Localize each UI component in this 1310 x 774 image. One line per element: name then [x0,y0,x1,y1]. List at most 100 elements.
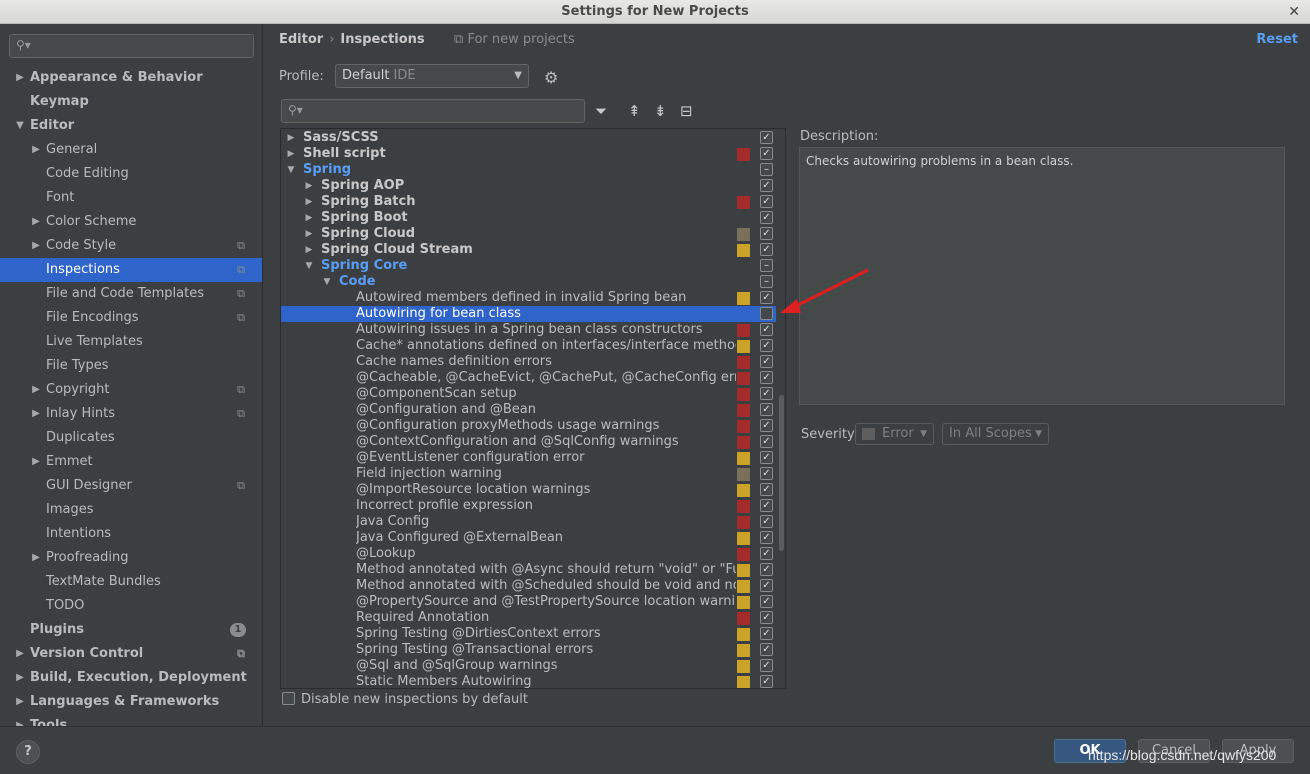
close-icon[interactable]: ✕ [1288,0,1300,24]
sidebar-item-live-templates[interactable]: Live Templates [0,330,262,354]
sidebar-item-general[interactable]: ▶ General [0,138,262,162]
enable-checkbox[interactable]: ✓ [760,179,773,192]
inspection-row[interactable]: ▶ Spring Cloud Stream ✓ [281,242,776,258]
chevron-right-icon[interactable]: ▶ [30,402,42,426]
inspection-row[interactable]: @Cacheable, @CacheEvict, @CachePut, @Cac… [281,370,776,386]
enable-checkbox[interactable] [760,307,773,320]
enable-checkbox[interactable]: ✓ [760,387,773,400]
sidebar-item-textmate-bundles[interactable]: TextMate Bundles [0,570,262,594]
inspection-row[interactable]: @Sql and @SqlGroup warnings ✓ [281,658,776,674]
inspection-row[interactable]: ▼ Spring Core – [281,258,776,274]
enable-checkbox[interactable]: – [760,163,773,176]
enable-checkbox[interactable]: ✓ [760,531,773,544]
inspection-row[interactable]: Required Annotation ✓ [281,610,776,626]
chevron-right-icon[interactable]: ▶ [30,378,42,402]
sidebar-item-tools[interactable]: ▶ Tools [0,714,262,726]
sidebar-item-intentions[interactable]: Intentions [0,522,262,546]
chevron-right-icon[interactable]: ▶ [14,642,26,666]
inspection-row[interactable]: @ImportResource location warnings ✓ [281,482,776,498]
sidebar-item-plugins[interactable]: Plugins 1 [0,618,262,642]
chevron-right-icon[interactable]: ▶ [30,546,42,570]
sidebar-item-file-and-code-templates[interactable]: File and Code Templates ⧉ [0,282,262,306]
enable-checkbox[interactable]: ✓ [760,371,773,384]
enable-checkbox[interactable]: ✓ [760,243,773,256]
sidebar-item-emmet[interactable]: ▶ Emmet [0,450,262,474]
enable-checkbox[interactable]: ✓ [760,483,773,496]
inspection-row[interactable]: Java Configured @ExternalBean ✓ [281,530,776,546]
inspection-row[interactable]: Static Members Autowiring ✓ [281,674,776,688]
enable-checkbox[interactable]: ✓ [760,291,773,304]
enable-checkbox[interactable]: – [760,259,773,272]
scope-dropdown[interactable]: In All Scopes ▼ [942,423,1049,445]
chevron-right-icon[interactable]: ▶ [303,226,315,242]
inspection-row[interactable]: @Configuration and @Bean ✓ [281,402,776,418]
inspection-row[interactable]: Cache* annotations defined on interfaces… [281,338,776,354]
sidebar-item-font[interactable]: Font [0,186,262,210]
enable-checkbox[interactable]: ✓ [760,499,773,512]
inspection-row[interactable]: Field injection warning ✓ [281,466,776,482]
inspection-row[interactable]: Spring Testing @Transactional errors ✓ [281,642,776,658]
enable-checkbox[interactable]: ✓ [760,355,773,368]
inspection-row[interactable]: ▼ Spring – [281,162,776,178]
chevron-right-icon[interactable]: ▶ [303,210,315,226]
enable-checkbox[interactable]: ✓ [760,579,773,592]
sidebar-item-editor[interactable]: ▼ Editor [0,114,262,138]
enable-checkbox[interactable]: ✓ [760,147,773,160]
inspection-row[interactable]: ▶ Spring Batch ✓ [281,194,776,210]
enable-checkbox[interactable]: ✓ [760,659,773,672]
inspection-row[interactable]: @ContextConfiguration and @SqlConfig war… [281,434,776,450]
expand-all-icon[interactable]: ⇞ [628,102,641,120]
chevron-right-icon[interactable]: ▶ [30,234,42,258]
inspection-row[interactable]: Cache names definition errors ✓ [281,354,776,370]
enable-checkbox[interactable]: ✓ [760,467,773,480]
inspection-row[interactable]: Incorrect profile expression ✓ [281,498,776,514]
sidebar-item-keymap[interactable]: Keymap [0,90,262,114]
inspection-row[interactable]: Method annotated with @Scheduled should … [281,578,776,594]
chevron-down-icon[interactable]: ▼ [321,274,333,290]
sidebar-item-images[interactable]: Images [0,498,262,522]
enable-checkbox[interactable]: ✓ [760,323,773,336]
sidebar-item-color-scheme[interactable]: ▶ Color Scheme [0,210,262,234]
chevron-right-icon[interactable]: ▶ [303,194,315,210]
sidebar-item-appearance-behavior[interactable]: ▶ Appearance & Behavior [0,66,262,90]
chevron-down-icon[interactable]: ▼ [14,114,26,138]
sidebar-item-file-encodings[interactable]: File Encodings ⧉ [0,306,262,330]
inspection-row[interactable]: Java Config ✓ [281,514,776,530]
enable-checkbox[interactable]: ✓ [760,611,773,624]
inspection-row[interactable]: ▶ Spring Boot ✓ [281,210,776,226]
enable-checkbox[interactable]: ✓ [760,627,773,640]
inspection-row[interactable]: Method annotated with @Async should retu… [281,562,776,578]
enable-checkbox[interactable]: ✓ [760,451,773,464]
profile-dropdown[interactable]: Default IDE ▼ [335,64,529,88]
inspection-row[interactable]: ▶ Spring Cloud ✓ [281,226,776,242]
sidebar-item-file-types[interactable]: File Types [0,354,262,378]
chevron-down-icon[interactable]: ▼ [285,162,297,178]
inspection-row[interactable]: Autowiring issues in a Spring bean class… [281,322,776,338]
severity-dropdown[interactable]: Error ▼ [855,423,934,445]
enable-checkbox[interactable]: ✓ [760,563,773,576]
chevron-right-icon[interactable]: ▶ [285,130,297,146]
chevron-right-icon[interactable]: ▶ [285,146,297,162]
reset-to-default-icon[interactable]: ⊟ [680,102,693,120]
chevron-right-icon[interactable]: ▶ [30,210,42,234]
sidebar-item-version-control[interactable]: ▶ Version Control ⧉ [0,642,262,666]
checkbox-box[interactable] [282,692,295,705]
chevron-down-icon[interactable]: ▼ [303,258,315,274]
inspection-search-input[interactable]: ⚲▾ [281,99,585,123]
enable-checkbox[interactable]: ✓ [760,419,773,432]
inspection-row[interactable]: ▶ Shell script ✓ [281,146,776,162]
chevron-right-icon[interactable]: ▶ [303,178,315,194]
tree-scrollbar[interactable] [779,395,784,551]
help-button[interactable]: ? [16,740,40,764]
chevron-right-icon[interactable]: ▶ [303,242,315,258]
sidebar-item-build-execution-deployment[interactable]: ▶ Build, Execution, Deployment [0,666,262,690]
settings-search-input[interactable]: ⚲▾ [9,34,254,58]
filter-icon[interactable]: ⏷ [595,102,607,120]
chevron-right-icon[interactable]: ▶ [14,666,26,690]
collapse-all-icon[interactable]: ⇟ [654,102,667,120]
enable-checkbox[interactable]: ✓ [760,339,773,352]
sidebar-item-languages-frameworks[interactable]: ▶ Languages & Frameworks [0,690,262,714]
enable-checkbox[interactable]: ✓ [760,515,773,528]
inspection-row[interactable]: ▼ Code – [281,274,776,290]
disable-new-inspections-checkbox[interactable]: Disable new inspections by default [282,692,528,707]
